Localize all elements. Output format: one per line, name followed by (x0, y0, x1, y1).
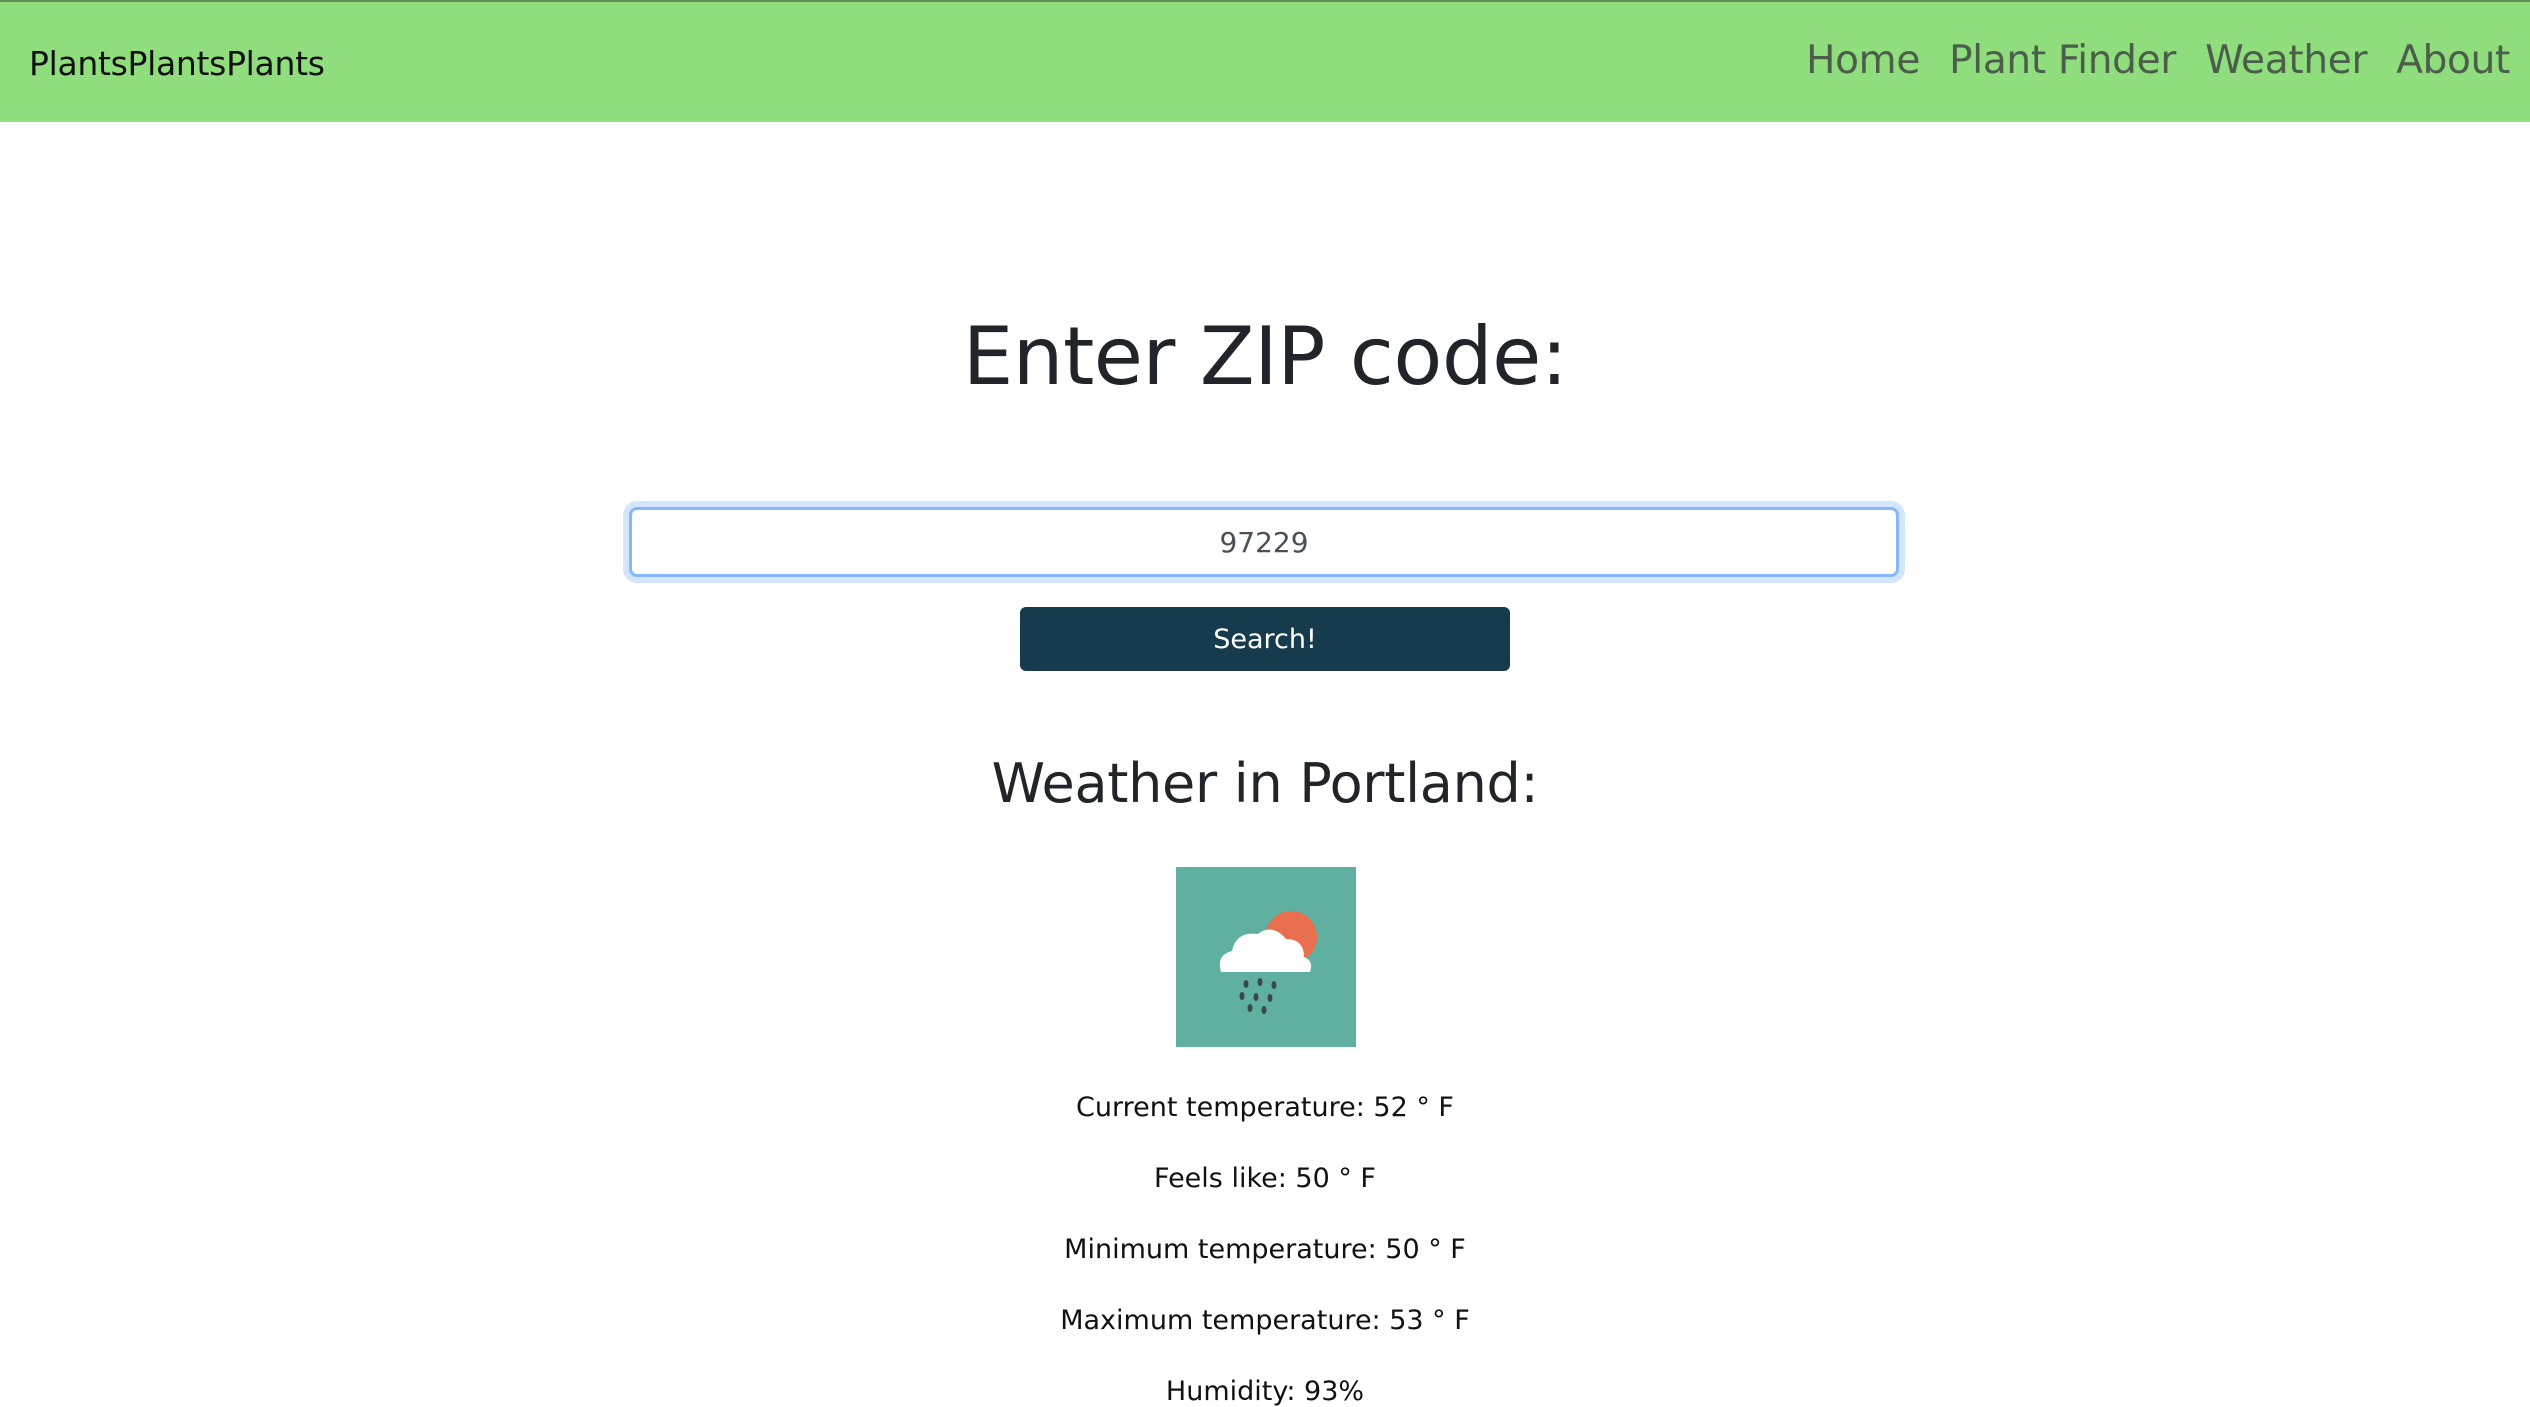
feels-like: Feels like: 50 ° F (1154, 1163, 1376, 1194)
zip-input[interactable] (629, 507, 1899, 577)
nav-link-plant-finder[interactable]: Plant Finder (1949, 38, 2176, 83)
current-temperature: Current temperature: 52 ° F (1076, 1092, 1454, 1123)
search-button[interactable]: Search! (1020, 607, 1510, 671)
main-content: Enter ZIP code: Search! Weather in Portl… (0, 122, 2530, 1407)
nav-link-weather[interactable]: Weather (2205, 38, 2367, 83)
navbar: PlantsPlantsPlants Home Plant Finder Wea… (0, 0, 2530, 122)
maximum-temperature: Maximum temperature: 53 ° F (1060, 1305, 1470, 1336)
nav-links: Home Plant Finder Weather About (1806, 38, 2510, 83)
weather-heading: Weather in Portland: (991, 752, 1539, 815)
nav-link-about[interactable]: About (2396, 38, 2510, 83)
brand-logo[interactable]: PlantsPlantsPlants (29, 44, 325, 83)
nav-link-home[interactable]: Home (1806, 38, 1920, 83)
zip-title: Enter ZIP code: (962, 310, 1568, 403)
humidity: Humidity: 93% (1165, 1376, 1365, 1407)
rain-cloud-sun-icon (1176, 867, 1356, 1047)
minimum-temperature: Minimum temperature: 50 ° F (1064, 1234, 1466, 1265)
